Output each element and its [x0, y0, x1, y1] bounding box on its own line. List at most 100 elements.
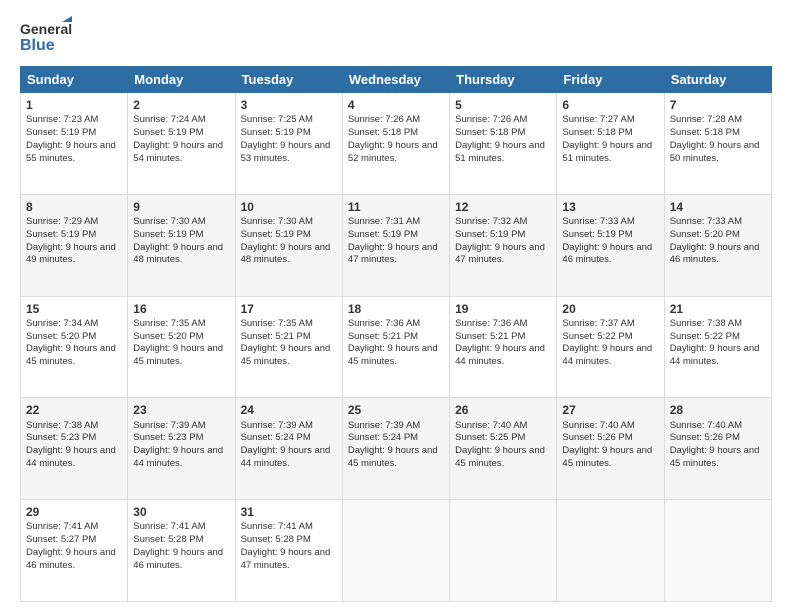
calendar-day-cell: 10Sunrise: 7:30 AMSunset: 5:19 PMDayligh…	[235, 194, 342, 296]
sunrise: Sunrise: 7:26 AM	[348, 114, 420, 125]
calendar-day-cell: 24Sunrise: 7:39 AMSunset: 5:24 PMDayligh…	[235, 398, 342, 500]
sunset: Sunset: 5:19 PM	[455, 229, 525, 240]
daylight: Daylight: 9 hours and 53 minutes.	[241, 140, 331, 164]
daylight: Daylight: 9 hours and 50 minutes.	[670, 140, 760, 164]
daylight: Daylight: 9 hours and 47 minutes.	[241, 547, 331, 571]
calendar-week-row: 29Sunrise: 7:41 AMSunset: 5:27 PMDayligh…	[21, 500, 772, 602]
sunset: Sunset: 5:21 PM	[241, 331, 311, 342]
daylight: Daylight: 9 hours and 52 minutes.	[348, 140, 438, 164]
day-number: 21	[670, 301, 766, 317]
sunrise: Sunrise: 7:26 AM	[455, 114, 527, 125]
sunrise: Sunrise: 7:41 AM	[26, 521, 98, 532]
calendar-table: SundayMondayTuesdayWednesdayThursdayFrid…	[20, 66, 772, 602]
sunset: Sunset: 5:24 PM	[348, 432, 418, 443]
day-number: 10	[241, 199, 337, 215]
sunset: Sunset: 5:19 PM	[562, 229, 632, 240]
sunrise: Sunrise: 7:41 AM	[133, 521, 205, 532]
day-number: 26	[455, 402, 551, 418]
calendar-day-cell: 7Sunrise: 7:28 AMSunset: 5:18 PMDaylight…	[664, 93, 771, 195]
daylight: Daylight: 9 hours and 44 minutes.	[562, 343, 652, 367]
daylight: Daylight: 9 hours and 46 minutes.	[26, 547, 116, 571]
sunrise: Sunrise: 7:31 AM	[348, 216, 420, 227]
calendar-body: 1Sunrise: 7:23 AM Sunset: 5:19 PM Daylight…	[21, 93, 772, 602]
daylight: Daylight: 9 hours and 48 minutes.	[241, 242, 331, 266]
sunrise: Sunrise: 7:35 AM	[241, 318, 313, 329]
daylight: Daylight: 9 hours and 44 minutes.	[241, 445, 331, 469]
day-number: 8	[26, 199, 122, 215]
calendar-day-cell: 28Sunrise: 7:40 AMSunset: 5:26 PMDayligh…	[664, 398, 771, 500]
calendar-day-cell: 29Sunrise: 7:41 AMSunset: 5:27 PMDayligh…	[21, 500, 128, 602]
daylight: Daylight: 9 hours and 54 minutes.	[133, 140, 223, 164]
sunset: Sunset: 5:21 PM	[348, 331, 418, 342]
day-number: 24	[241, 402, 337, 418]
sunset: Sunset: 5:25 PM	[455, 432, 525, 443]
calendar-day-cell: 5Sunrise: 7:26 AMSunset: 5:18 PMDaylight…	[450, 93, 557, 195]
day-of-week-header: Friday	[557, 67, 664, 93]
daylight: Daylight: 9 hours and 45 minutes.	[455, 445, 545, 469]
day-number: 25	[348, 402, 444, 418]
header: General Blue	[20, 16, 772, 58]
day-number: 19	[455, 301, 551, 317]
day-number: 11	[348, 199, 444, 215]
sunrise: Sunrise: 7:38 AM	[670, 318, 742, 329]
day-number: 9	[133, 199, 229, 215]
calendar-day-cell: 12Sunrise: 7:32 AMSunset: 5:19 PMDayligh…	[450, 194, 557, 296]
day-of-week-row: SundayMondayTuesdayWednesdayThursdayFrid…	[21, 67, 772, 93]
day-number: 4	[348, 97, 444, 113]
daylight: Daylight: 9 hours and 55 minutes.	[26, 140, 116, 164]
sunrise: Sunrise: 7:39 AM	[348, 420, 420, 431]
calendar-day-cell: 9Sunrise: 7:30 AM Sunset: 5:19 PM Daylight…	[128, 194, 235, 296]
daylight: Daylight: 9 hours and 45 minutes.	[670, 445, 760, 469]
sunrise: Sunrise: 7:38 AM	[26, 420, 98, 431]
daylight: Daylight: 9 hours and 45 minutes.	[133, 343, 223, 367]
daylight: Daylight: 9 hours and 51 minutes.	[562, 140, 652, 164]
sunrise: Sunrise: 7:40 AM	[670, 420, 742, 431]
daylight: Daylight: 9 hours and 45 minutes.	[348, 343, 438, 367]
day-number: 20	[562, 301, 658, 317]
calendar-week-row: 1Sunrise: 7:23 AM Sunset: 5:19 PM Daylight…	[21, 93, 772, 195]
sunrise: Sunrise: 7:25 AM	[241, 114, 313, 125]
sunrise: Sunrise: 7:36 AM	[348, 318, 420, 329]
daylight: Daylight: 9 hours and 46 minutes.	[670, 242, 760, 266]
day-of-week-header: Tuesday	[235, 67, 342, 93]
sunrise: Sunrise: 7:33 AM	[562, 216, 634, 227]
day-number: 1	[26, 97, 122, 113]
sunrise: Sunrise: 7:34 AM	[26, 318, 98, 329]
sunset: Sunset: 5:20 PM	[670, 229, 740, 240]
sunrise: Sunrise: 7:37 AM	[562, 318, 634, 329]
sunrise: Sunrise: 7:23 AM	[26, 114, 98, 125]
daylight: Daylight: 9 hours and 44 minutes.	[670, 343, 760, 367]
day-number: 7	[670, 97, 766, 113]
daylight: Daylight: 9 hours and 45 minutes.	[26, 343, 116, 367]
day-number: 18	[348, 301, 444, 317]
calendar-day-cell: 11Sunrise: 7:31 AMSunset: 5:19 PMDayligh…	[342, 194, 449, 296]
day-number: 6	[562, 97, 658, 113]
sunset: Sunset: 5:19 PM	[133, 229, 203, 240]
daylight: Daylight: 9 hours and 44 minutes.	[26, 445, 116, 469]
calendar-week-row: 15Sunrise: 7:34 AMSunset: 5:20 PMDayligh…	[21, 296, 772, 398]
sunset: Sunset: 5:22 PM	[562, 331, 632, 342]
calendar-day-cell: 18Sunrise: 7:36 AM Sunset: 5:21 PMDayligh…	[342, 296, 449, 398]
sunset: Sunset: 5:19 PM	[26, 229, 96, 240]
sunset: Sunset: 5:19 PM	[241, 229, 311, 240]
sunset: Sunset: 5:27 PM	[26, 534, 96, 545]
day-number: 14	[670, 199, 766, 215]
sunset: Sunset: 5:28 PM	[133, 534, 203, 545]
daylight: Daylight: 9 hours and 45 minutes.	[241, 343, 331, 367]
sunrise: Sunrise: 7:36 AM	[455, 318, 527, 329]
sunset: Sunset: 5:19 PM	[348, 229, 418, 240]
calendar-day-cell: 14Sunrise: 7:33 AMSunset: 5:20 PMDayligh…	[664, 194, 771, 296]
day-number: 13	[562, 199, 658, 215]
sunset: Sunset: 5:19 PM	[26, 127, 96, 138]
daylight: Daylight: 9 hours and 45 minutes.	[348, 445, 438, 469]
daylight: Daylight: 9 hours and 48 minutes.	[133, 242, 223, 266]
daylight: Daylight: 9 hours and 51 minutes.	[455, 140, 545, 164]
day-number: 22	[26, 402, 122, 418]
sunset: Sunset: 5:21 PM	[455, 331, 525, 342]
daylight: Daylight: 9 hours and 46 minutes.	[133, 547, 223, 571]
sunrise: Sunrise: 7:30 AM	[133, 216, 205, 227]
sunset: Sunset: 5:18 PM	[670, 127, 740, 138]
calendar-week-row: 8Sunrise: 7:29 AMSunset: 5:19 PMDaylight…	[21, 194, 772, 296]
sunset: Sunset: 5:18 PM	[562, 127, 632, 138]
sunset: Sunset: 5:19 PM	[133, 127, 203, 138]
